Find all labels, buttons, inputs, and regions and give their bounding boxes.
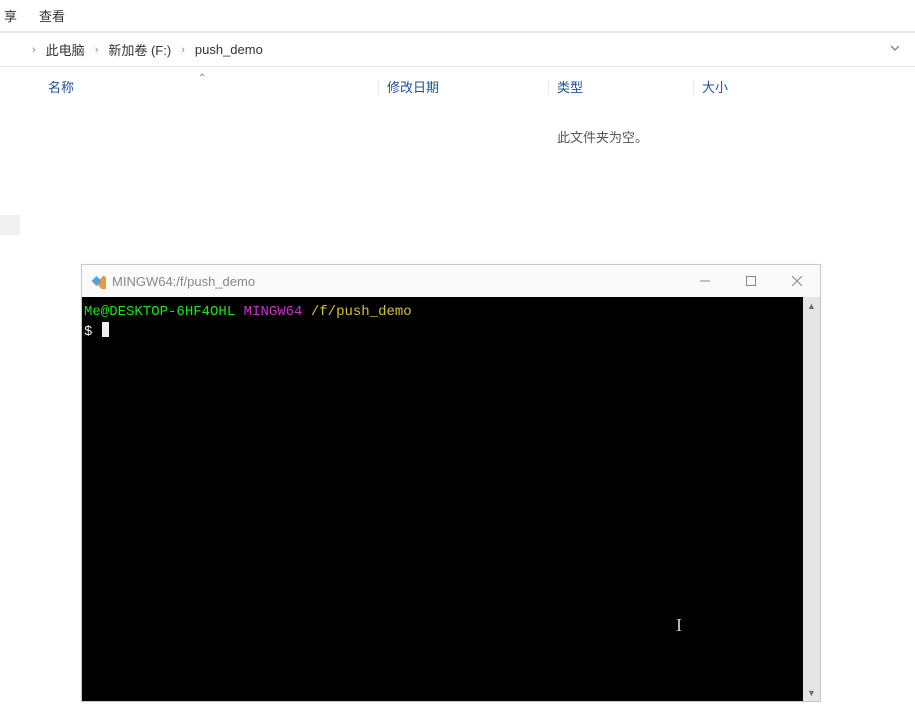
terminal-window: MINGW64:/f/push_demo Me@DESKTOP-6HF4OHL … xyxy=(81,264,821,702)
terminal-titlebar[interactable]: MINGW64:/f/push_demo xyxy=(82,265,820,297)
terminal-body-wrap: Me@DESKTOP-6HF4OHL MINGW64 /f/push_demo … xyxy=(82,297,820,701)
column-separator xyxy=(378,80,379,95)
column-headers: 名称 ⌃ 修改日期 类型 大小 xyxy=(48,67,915,104)
column-header-name[interactable]: 名称 ⌃ xyxy=(48,77,378,96)
terminal-prompt-line: Me@DESKTOP-6HF4OHL MINGW64 /f/push_demo xyxy=(84,303,801,322)
scroll-down-icon[interactable]: ▼ xyxy=(803,684,820,701)
prompt-env: MINGW64 xyxy=(244,304,303,320)
breadcrumb-item-drive[interactable]: 新加卷 (F:) xyxy=(108,40,171,59)
ibeam-cursor-icon: I xyxy=(676,613,682,637)
chevron-right-icon[interactable]: › xyxy=(95,44,99,56)
column-label-size: 大小 xyxy=(702,80,728,95)
empty-folder-text: 此文件夹为空。 xyxy=(557,127,648,146)
address-dropdown-icon[interactable] xyxy=(885,40,905,59)
terminal-title: MINGW64:/f/push_demo xyxy=(112,274,682,289)
navigation-pane[interactable] xyxy=(0,67,32,707)
column-header-size[interactable]: 大小 xyxy=(693,77,803,96)
column-label-date: 修改日期 xyxy=(387,80,439,95)
prompt-user-host: Me@DESKTOP-6HF4OHL xyxy=(84,304,235,320)
sort-caret-icon: ⌃ xyxy=(198,73,206,84)
window-controls xyxy=(682,265,820,297)
terminal-input-line: $ xyxy=(84,322,801,342)
minimize-button[interactable] xyxy=(682,265,728,297)
column-separator xyxy=(693,80,694,95)
ribbon-tab-view[interactable]: 查看 xyxy=(39,6,65,25)
prompt-symbol: $ xyxy=(84,324,92,340)
ribbon-tab-share[interactable]: 享 xyxy=(4,6,17,25)
column-label-name: 名称 xyxy=(48,80,74,95)
maximize-button[interactable] xyxy=(728,265,774,297)
breadcrumb-item-computer[interactable]: 此电脑 xyxy=(46,40,85,59)
prompt-path: /f/push_demo xyxy=(311,304,412,320)
chevron-right-icon[interactable]: › xyxy=(32,44,36,56)
nav-selection-marker xyxy=(0,215,20,235)
address-bar[interactable]: › 此电脑 › 新加卷 (F:) › push_demo xyxy=(0,32,915,67)
terminal-body[interactable]: Me@DESKTOP-6HF4OHL MINGW64 /f/push_demo … xyxy=(82,297,803,701)
breadcrumb-item-folder[interactable]: push_demo xyxy=(195,42,263,57)
text-cursor xyxy=(102,322,109,337)
terminal-scrollbar[interactable]: ▲ ▼ xyxy=(803,297,820,701)
ribbon-tabs: 享 查看 xyxy=(0,0,915,31)
column-separator xyxy=(548,80,549,95)
git-bash-icon xyxy=(90,273,106,289)
chevron-right-icon[interactable]: › xyxy=(181,44,185,56)
column-header-type[interactable]: 类型 xyxy=(548,77,693,96)
column-header-date[interactable]: 修改日期 xyxy=(378,77,548,96)
close-button[interactable] xyxy=(774,265,820,297)
column-label-type: 类型 xyxy=(557,80,583,95)
scroll-up-icon[interactable]: ▲ xyxy=(803,297,820,314)
